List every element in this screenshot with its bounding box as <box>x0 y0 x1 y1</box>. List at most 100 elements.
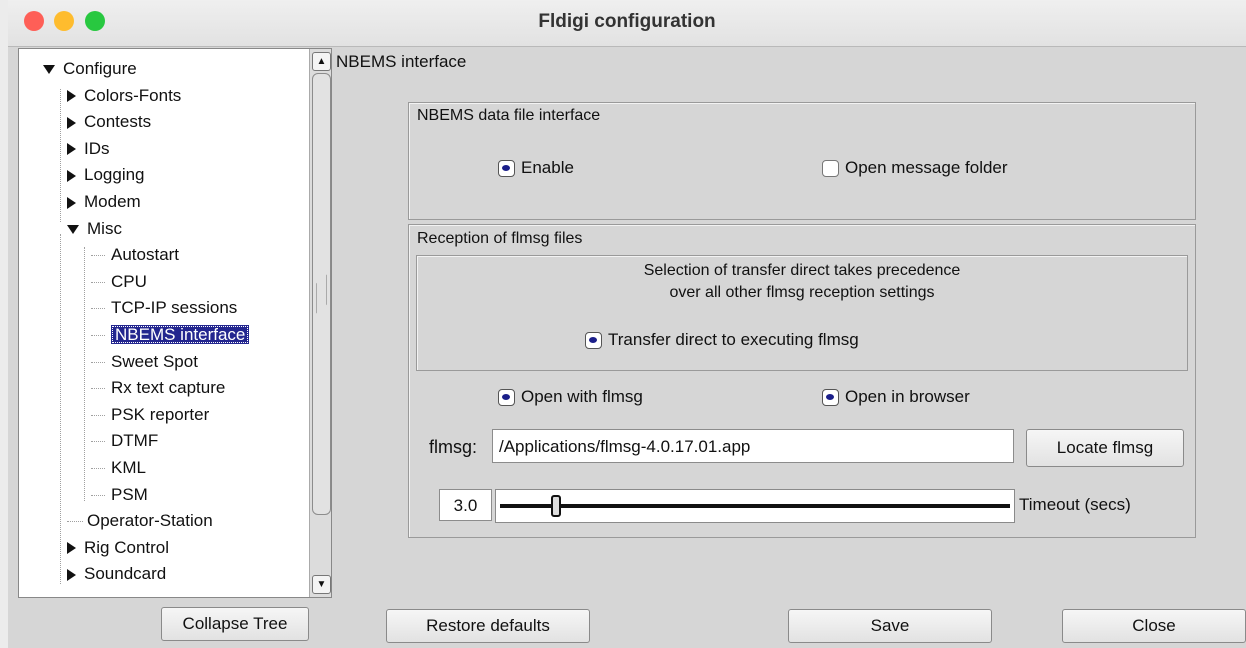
tree-connector <box>84 247 85 501</box>
tree-item[interactable]: DTMF <box>91 428 158 454</box>
collapsed-triangle-icon[interactable] <box>67 90 76 103</box>
reception-group-label: Reception of flmsg files <box>417 230 583 247</box>
tree-leaf-connector <box>91 335 105 337</box>
tree-leaf-connector <box>91 361 105 363</box>
tree-item-label: Soundcard <box>84 564 167 584</box>
tree-item[interactable]: Autostart <box>91 242 179 268</box>
tree-item[interactable]: Soundcard <box>67 561 166 587</box>
tree-item-label: CPU <box>111 271 147 291</box>
flmsg-path-input[interactable]: /Applications/flmsg-4.0.17.01.app <box>492 429 1014 463</box>
note-line-2: over all other flmsg reception settings <box>669 284 935 301</box>
enable-checkbox[interactable]: Enable <box>498 158 574 178</box>
collapse-tree-button[interactable]: Collapse Tree <box>161 607 309 641</box>
tree-item[interactable]: CPU <box>91 269 147 295</box>
tree-item-label: Rx text capture <box>111 378 226 398</box>
locate-flmsg-button[interactable]: Locate flmsg <box>1026 429 1184 467</box>
tree-item[interactable]: PSM <box>91 482 148 508</box>
tree-item[interactable]: Colors-Fonts <box>67 83 181 109</box>
tree-scrollbar[interactable]: ▲ ▼ <box>309 49 331 597</box>
checkbox-icon <box>822 159 839 177</box>
collapsed-triangle-icon[interactable] <box>67 169 76 182</box>
window-title: Fldigi configuration <box>538 11 716 32</box>
tree-item[interactable]: NBEMS interface <box>91 322 250 348</box>
collapsed-triangle-icon[interactable] <box>67 116 76 129</box>
tree-item[interactable]: Sweet Spot <box>91 349 198 375</box>
tree-item-label: Modem <box>84 192 141 211</box>
tree-item[interactable]: Rig Control <box>67 535 169 561</box>
open-in-browser-label: Open in browser <box>845 387 970 406</box>
tree-item[interactable]: KML <box>91 455 146 481</box>
timeout-value-input[interactable]: 3.0 <box>439 489 492 521</box>
tree-item[interactable]: Misc <box>67 216 122 242</box>
collapsed-triangle-icon[interactable] <box>67 196 76 209</box>
tree-item-label: IDs <box>84 138 110 158</box>
transfer-direct-box: Selection of transfer direct takes prece… <box>416 255 1188 371</box>
open-folder-checkbox[interactable]: Open message folder <box>822 158 1008 178</box>
tree-leaf-connector <box>91 388 105 390</box>
config-tree[interactable]: Configure Colors-Fonts Contests IDs Logging M… <box>18 48 332 598</box>
save-button[interactable]: Save <box>788 609 992 643</box>
transfer-note: Selection of transfer direct takes prece… <box>417 260 1187 304</box>
checkbox-icon <box>822 388 839 406</box>
tree-leaf-connector <box>91 441 105 443</box>
close-button[interactable]: Close <box>1062 609 1246 643</box>
transfer-direct-label: Transfer direct to executing flmsg <box>608 330 859 349</box>
tree-leaf-connector <box>91 494 105 496</box>
title-bar: Fldigi configuration <box>8 0 1246 47</box>
open-with-flmsg-label: Open with flmsg <box>521 387 643 406</box>
tree-item[interactable]: IDs <box>67 136 110 162</box>
tree-item[interactable]: Rx text capture <box>91 375 225 401</box>
transfer-direct-checkbox[interactable]: Transfer direct to executing flmsg <box>585 330 859 350</box>
scroll-up-icon[interactable]: ▲ <box>312 52 331 71</box>
collapsed-triangle-icon[interactable] <box>67 568 76 581</box>
tree-item[interactable]: Logging <box>67 162 145 188</box>
tree-item-label: Misc <box>87 218 122 238</box>
tree-item[interactable]: Modem <box>67 189 141 215</box>
tree-leaf-connector <box>91 468 105 470</box>
tree-item-label: NBEMS interface <box>111 325 250 344</box>
slider-knob[interactable] <box>551 495 561 517</box>
tree-item-label: Logging <box>84 165 145 185</box>
data-file-group-label: NBEMS data file interface <box>417 107 601 124</box>
tree-item-label: TCP-IP sessions <box>111 298 238 318</box>
checkbox-icon <box>585 331 602 349</box>
open-folder-label: Open message folder <box>845 158 1008 177</box>
slider-track <box>500 504 1010 508</box>
tree-item[interactable]: TCP-IP sessions <box>91 295 237 321</box>
open-in-browser-checkbox[interactable]: Open in browser <box>822 387 970 407</box>
tree-item-label: PSK reporter <box>111 404 210 424</box>
timeout-slider[interactable] <box>495 489 1015 523</box>
config-window: Fldigi configuration Configure Colors-Fon… <box>8 0 1246 648</box>
timeout-label: Timeout (secs) <box>1019 495 1131 514</box>
flmsg-path-label: flmsg: <box>429 437 478 457</box>
tree-connector <box>60 89 61 222</box>
tree-item-label: Contests <box>84 112 152 132</box>
tree-item-label: KML <box>111 458 146 477</box>
tree-item-label: Configure <box>63 59 137 78</box>
tree-item[interactable]: PSK reporter <box>91 402 209 428</box>
tree-leaf-connector <box>91 414 105 416</box>
restore-defaults-button[interactable]: Restore defaults <box>386 609 590 643</box>
tree-item-label: Colors-Fonts <box>84 85 182 105</box>
tree-item-label: Operator-Station <box>87 511 213 531</box>
tree-item[interactable]: Contests <box>67 109 151 135</box>
tree-item[interactable]: Configure <box>43 56 137 82</box>
expanded-triangle-icon[interactable] <box>67 224 79 234</box>
expanded-triangle-icon[interactable] <box>43 65 55 75</box>
open-with-flmsg-checkbox[interactable]: Open with flmsg <box>498 387 643 407</box>
tree-connector <box>60 234 61 584</box>
reception-group: Reception of flmsg files Selection of tr… <box>408 224 1196 538</box>
scroll-down-icon[interactable]: ▼ <box>312 575 331 594</box>
tree-item-label: Rig Control <box>84 537 170 557</box>
section-title: NBEMS interface <box>336 52 467 71</box>
tree-item[interactable]: Operator-Station <box>67 508 213 534</box>
tree-item-label: Autostart <box>111 245 180 265</box>
collapsed-triangle-icon[interactable] <box>67 143 76 156</box>
data-file-group: NBEMS data file interface Enable Open me… <box>408 102 1196 220</box>
tree-leaf-connector <box>91 255 105 257</box>
collapsed-triangle-icon[interactable] <box>67 542 76 555</box>
tree-leaf-connector <box>91 281 105 283</box>
checkbox-icon <box>498 159 515 177</box>
tree-item-label: Sweet Spot <box>111 351 198 371</box>
tree-leaf-connector <box>91 308 105 310</box>
